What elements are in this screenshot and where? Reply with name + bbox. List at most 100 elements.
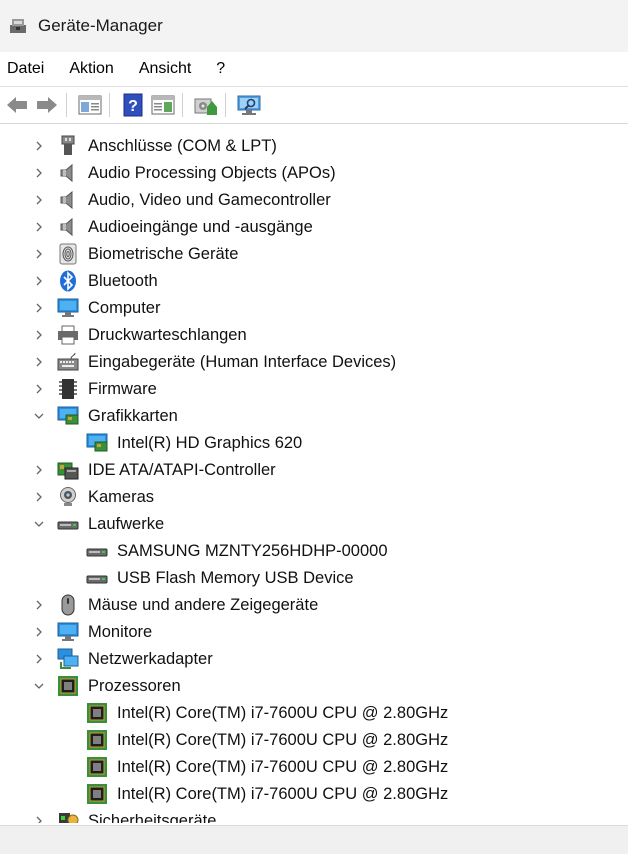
menu-ansicht[interactable]: Ansicht <box>132 60 203 78</box>
chevron-right-icon[interactable] <box>32 247 46 261</box>
display-adapter-icon <box>86 433 108 452</box>
action-pane-icon <box>151 95 175 115</box>
toolbar: ? <box>0 86 628 124</box>
tree-item-label: Intel(R) Core(TM) i7-7600U CPU @ 2.80GHz <box>117 758 449 776</box>
tree-item-label: Computer <box>88 299 161 317</box>
chevron-right-icon[interactable] <box>32 193 46 207</box>
show-hide-console-tree-button[interactable] <box>77 92 103 118</box>
chevron-right-icon[interactable] <box>32 652 46 666</box>
menu-aktion[interactable]: Aktion <box>62 60 125 78</box>
fingerprint-icon <box>59 243 77 265</box>
tree-item-monitors[interactable]: Monitore <box>0 619 628 646</box>
help-button[interactable]: ? <box>120 92 146 118</box>
tree-item-security-devices[interactable]: Sicherheitsgeräte <box>0 808 628 823</box>
tree-item-print-queues[interactable]: Druckwarteschlangen <box>0 322 628 349</box>
chevron-right-icon[interactable] <box>32 166 46 180</box>
device-tree[interactable]: Anschlüsse (COM & LPT) Audio Processing … <box>0 133 628 823</box>
tree-item-label: Intel(R) Core(TM) i7-7600U CPU @ 2.80GHz <box>117 704 449 722</box>
tree-item-usb-flash-drive[interactable]: USB Flash Memory USB Device <box>0 565 628 592</box>
chevron-down-icon[interactable] <box>32 409 46 423</box>
chevron-right-icon[interactable] <box>32 220 46 234</box>
chevron-right-icon[interactable] <box>32 598 46 612</box>
drive-icon <box>86 548 108 557</box>
chevron-right-icon[interactable] <box>32 274 46 288</box>
tree-item-audio-video-gamecontroller[interactable]: Audio, Video und Gamecontroller <box>0 187 628 214</box>
security-device-icon <box>59 813 79 823</box>
tree-item-ports[interactable]: Anschlüsse (COM & LPT) <box>0 133 628 160</box>
cpu-icon <box>87 730 107 750</box>
chevron-right-icon[interactable] <box>32 625 46 639</box>
tree-item-cpu-core[interactable]: Intel(R) Core(TM) i7-7600U CPU @ 2.80GHz <box>0 700 628 727</box>
show-action-pane-button[interactable] <box>150 92 176 118</box>
chevron-right-icon[interactable] <box>32 355 46 369</box>
svg-text:?: ? <box>128 98 138 115</box>
tree-item-label: Druckwarteschlangen <box>88 326 247 344</box>
tree-item-human-interface-devices[interactable]: Eingabegeräte (Human Interface Devices) <box>0 349 628 376</box>
tree-item-label: Biometrische Geräte <box>88 245 239 263</box>
menu-bar: Datei Aktion Ansicht ? <box>0 52 628 86</box>
tree-item-label: Sicherheitsgeräte <box>88 812 217 823</box>
chevron-right-icon[interactable] <box>32 814 46 823</box>
tree-item-display-adapters[interactable]: Grafikkarten <box>0 403 628 430</box>
update-driver-button[interactable] <box>193 92 219 118</box>
toolbar-separator <box>225 93 226 117</box>
tree-item-cpu-core[interactable]: Intel(R) Core(TM) i7-7600U CPU @ 2.80GHz <box>0 754 628 781</box>
toolbar-separator <box>66 93 67 117</box>
cpu-icon <box>58 676 78 696</box>
tree-item-mice[interactable]: Mäuse und andere Zeigegeräte <box>0 592 628 619</box>
chevron-right-icon[interactable] <box>32 328 46 342</box>
tree-item-cpu-core[interactable]: Intel(R) Core(TM) i7-7600U CPU @ 2.80GHz <box>0 727 628 754</box>
keyboard-icon <box>57 352 79 371</box>
back-button[interactable] <box>4 92 30 118</box>
chevron-right-icon[interactable] <box>32 382 46 396</box>
drive-icon <box>57 521 79 530</box>
mouse-icon <box>61 594 75 616</box>
chevron-right-icon[interactable] <box>32 301 46 315</box>
device-manager-icon <box>10 19 26 33</box>
tree-item-cameras[interactable]: Kameras <box>0 484 628 511</box>
port-icon <box>61 135 75 155</box>
tree-item-label: Bluetooth <box>88 272 158 290</box>
chevron-right-icon[interactable] <box>32 490 46 504</box>
scan-hardware-changes-button[interactable] <box>236 92 262 118</box>
tree-item-biometric-devices[interactable]: Biometrische Geräte <box>0 241 628 268</box>
network-icon <box>57 648 79 669</box>
tree-item-label: Anschlüsse (COM & LPT) <box>88 137 277 155</box>
tree-item-label: Grafikkarten <box>88 407 178 425</box>
tree-item-computer[interactable]: Computer <box>0 295 628 322</box>
console-tree-icon <box>78 95 102 115</box>
tree-item-firmware[interactable]: Firmware <box>0 376 628 403</box>
forward-button[interactable] <box>34 92 60 118</box>
tree-item-intel-hd-graphics-620[interactable]: Intel(R) HD Graphics 620 <box>0 430 628 457</box>
speaker-icon <box>60 217 73 237</box>
chevron-right-icon[interactable] <box>32 463 46 477</box>
tree-item-network-adapters[interactable]: Netzwerkadapter <box>0 646 628 673</box>
menu-datei[interactable]: Datei <box>0 60 56 78</box>
arrow-left-icon <box>7 97 27 113</box>
speaker-icon <box>60 163 73 183</box>
monitor-icon <box>57 622 79 641</box>
tree-item-disk-drives[interactable]: Laufwerke <box>0 511 628 538</box>
tree-item-cpu-core[interactable]: Intel(R) Core(TM) i7-7600U CPU @ 2.80GHz <box>0 781 628 808</box>
tree-item-label: Monitore <box>88 623 153 641</box>
chevron-down-icon[interactable] <box>32 517 46 531</box>
tree-item-label: Firmware <box>88 380 157 398</box>
tree-item-label: Prozessoren <box>88 677 181 695</box>
tree-item-label: Intel(R) HD Graphics 620 <box>117 434 303 452</box>
tree-item-audio-inputs-outputs[interactable]: Audioeingänge und -ausgänge <box>0 214 628 241</box>
menu-help[interactable]: ? <box>209 60 237 78</box>
drive-icon <box>86 575 108 584</box>
tree-item-bluetooth[interactable]: Bluetooth <box>0 268 628 295</box>
tree-item-samsung-drive[interactable]: SAMSUNG MZNTY256HDHP-00000 <box>0 538 628 565</box>
chevron-down-icon[interactable] <box>32 679 46 693</box>
tree-item-label: Eingabegeräte (Human Interface Devices) <box>88 353 397 371</box>
tree-item-label: Audioeingänge und -ausgänge <box>88 218 313 236</box>
title-bar: Geräte-Manager <box>0 0 628 52</box>
tree-item-audio-processing-objects[interactable]: Audio Processing Objects (APOs) <box>0 160 628 187</box>
tree-item-label: Audio Processing Objects (APOs) <box>88 164 336 182</box>
tree-item-processors[interactable]: Prozessoren <box>0 673 628 700</box>
tree-item-ide-ata-atapi-controller[interactable]: IDE ATA/ATAPI-Controller <box>0 457 628 484</box>
chevron-right-icon[interactable] <box>32 139 46 153</box>
chip-icon <box>59 379 77 399</box>
tree-item-label: SAMSUNG MZNTY256HDHP-00000 <box>117 542 388 560</box>
